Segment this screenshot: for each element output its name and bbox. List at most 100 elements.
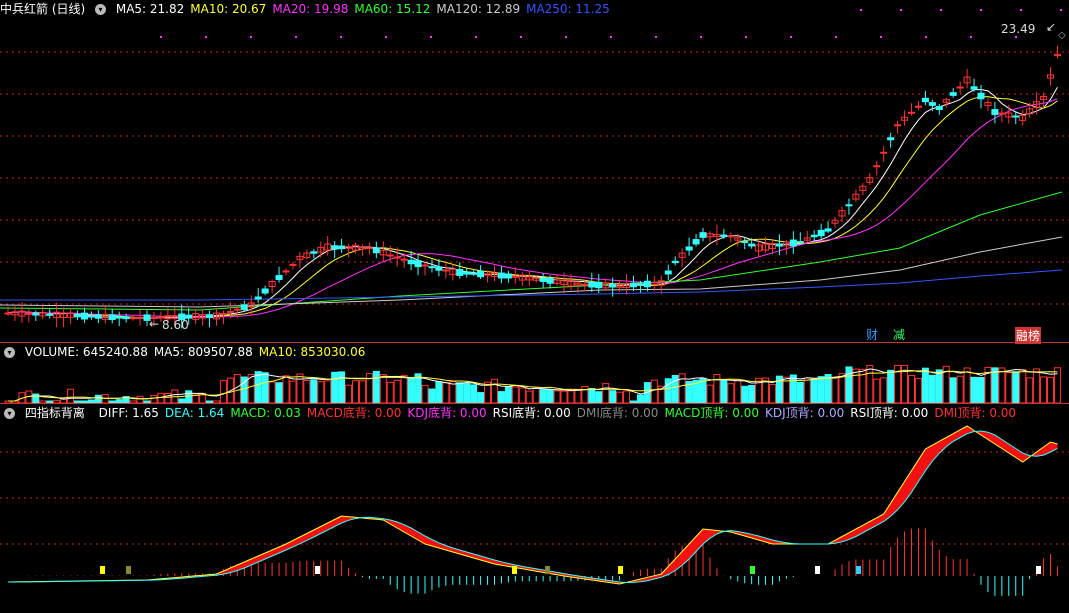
ma60-line bbox=[0, 191, 1063, 311]
candle-body bbox=[442, 269, 450, 272]
candle-body bbox=[908, 111, 915, 114]
candle-body bbox=[456, 269, 464, 276]
candle-body bbox=[4, 312, 12, 315]
volume-bar bbox=[838, 373, 846, 403]
candle-body bbox=[699, 232, 707, 238]
volume-bar bbox=[866, 364, 874, 403]
volume-bar bbox=[157, 392, 165, 403]
event-tag-1[interactable]: 减 bbox=[893, 326, 905, 343]
volume-bar bbox=[810, 378, 818, 403]
indicator-label-3: MACD底背: 0.00 bbox=[306, 406, 402, 420]
candle-body bbox=[720, 234, 728, 237]
volume-bar bbox=[678, 373, 686, 403]
volume-label-2: MA10: 853030.06 bbox=[258, 345, 366, 359]
volume-bar bbox=[769, 383, 776, 403]
candle-body bbox=[991, 109, 999, 115]
volume-bar bbox=[574, 388, 582, 403]
candle-body bbox=[789, 239, 797, 247]
indicator-label-6: DMI底背: 0.00 bbox=[576, 406, 659, 420]
volume-bar bbox=[1033, 368, 1041, 403]
indicator-label-8: KDJ顶背: 0.00 bbox=[765, 406, 845, 420]
volume-bar bbox=[650, 379, 658, 403]
low-price-label: 8.60 bbox=[162, 318, 189, 332]
ma-label-5: MA250: 11.25 bbox=[526, 2, 610, 16]
volume-bar bbox=[345, 384, 353, 403]
candle-body bbox=[74, 314, 81, 318]
volume-bar bbox=[136, 395, 144, 403]
candle-body bbox=[435, 266, 443, 271]
candlestick-chart[interactable] bbox=[0, 0, 1069, 342]
volume-bar bbox=[477, 392, 485, 403]
volume-bar bbox=[887, 369, 895, 403]
candle-body bbox=[233, 308, 241, 311]
macd-chart[interactable] bbox=[0, 404, 1069, 613]
volume-bar bbox=[421, 384, 429, 403]
candle-body bbox=[275, 275, 283, 280]
volume-bar bbox=[497, 391, 505, 403]
candle-body bbox=[928, 102, 936, 106]
volume-bar bbox=[956, 375, 964, 403]
volume-bar bbox=[817, 376, 825, 403]
candle-body bbox=[428, 266, 436, 269]
indicator-settings-icon[interactable]: ▾ bbox=[4, 408, 15, 419]
candle-body bbox=[219, 312, 227, 315]
diamond-icon[interactable]: ◇ bbox=[1058, 30, 1066, 41]
candle-body bbox=[206, 314, 214, 319]
volume-bar bbox=[449, 381, 457, 403]
candle-body bbox=[817, 229, 825, 237]
signal-marker bbox=[835, 36, 837, 38]
candle-body bbox=[894, 124, 902, 127]
candle-body bbox=[393, 256, 401, 259]
volume-bar bbox=[803, 377, 811, 403]
volume-label-0: VOLUME: 645240.88 bbox=[24, 345, 148, 359]
volume-settings-icon[interactable]: ▾ bbox=[4, 347, 15, 358]
volume-bar bbox=[1005, 372, 1013, 403]
volume-bar bbox=[914, 377, 922, 403]
volume-bar bbox=[268, 381, 276, 403]
volume-bar bbox=[935, 369, 943, 403]
candle-body bbox=[609, 283, 617, 288]
candle-body bbox=[80, 312, 88, 320]
volume-bar bbox=[970, 376, 978, 403]
candle-body bbox=[748, 243, 756, 247]
settings-circle-icon[interactable]: ▾ bbox=[95, 4, 107, 15]
volume-bar bbox=[1019, 369, 1027, 403]
volume-bar bbox=[289, 380, 297, 403]
volume-bar bbox=[602, 383, 610, 403]
divergence-marker bbox=[1036, 566, 1041, 574]
candle-body bbox=[977, 92, 985, 100]
volume-bar bbox=[1026, 377, 1034, 403]
volume-bar bbox=[921, 367, 929, 403]
indicator-panel[interactable]: ▾ 四指标背离 DIFF: 1.65 DEA: 1.64 MACD: 0.03 MAC… bbox=[0, 404, 1069, 613]
volume-bar bbox=[1040, 376, 1048, 403]
candle-body bbox=[956, 86, 964, 89]
volume-legend: ▾ VOLUME: 645240.88 MA5: 809507.88 MA10: 8… bbox=[0, 343, 377, 361]
signal-marker bbox=[295, 36, 297, 38]
volume-bar bbox=[581, 385, 589, 403]
candle-body bbox=[310, 251, 318, 254]
candle-body bbox=[1012, 115, 1020, 118]
price-panel[interactable]: 中兵红箭 (日线) ▾ MA5: 21.82 MA10: 20.67 MA20: 1… bbox=[0, 0, 1069, 344]
indicator-label-9: RSI顶背: 0.00 bbox=[850, 406, 929, 420]
volume-panel[interactable]: ▾ VOLUME: 645240.88 MA5: 809507.88 MA10: 8… bbox=[0, 343, 1069, 403]
signal-marker bbox=[1020, 9, 1022, 11]
candle-body bbox=[921, 97, 929, 103]
volume-bar bbox=[407, 376, 415, 403]
event-tag-0[interactable]: 财 bbox=[866, 326, 878, 343]
divergence-marker bbox=[126, 566, 131, 574]
candle-body bbox=[664, 270, 672, 275]
signal-marker bbox=[790, 36, 792, 38]
candle-body bbox=[949, 92, 957, 96]
divergence-marker bbox=[100, 566, 105, 574]
signal-marker bbox=[880, 36, 882, 38]
candle-body bbox=[254, 296, 262, 300]
indicator-title: 四指标背离 bbox=[24, 406, 85, 420]
candle-body bbox=[122, 316, 130, 320]
candle-body bbox=[810, 234, 818, 238]
signal-marker bbox=[925, 36, 927, 38]
ma20-line bbox=[7, 98, 1058, 318]
volume-bar bbox=[386, 381, 394, 403]
volume-bar bbox=[748, 384, 756, 403]
indicator-label-4: KDJ底背: 0.00 bbox=[407, 406, 487, 420]
volume-bar bbox=[150, 394, 158, 403]
